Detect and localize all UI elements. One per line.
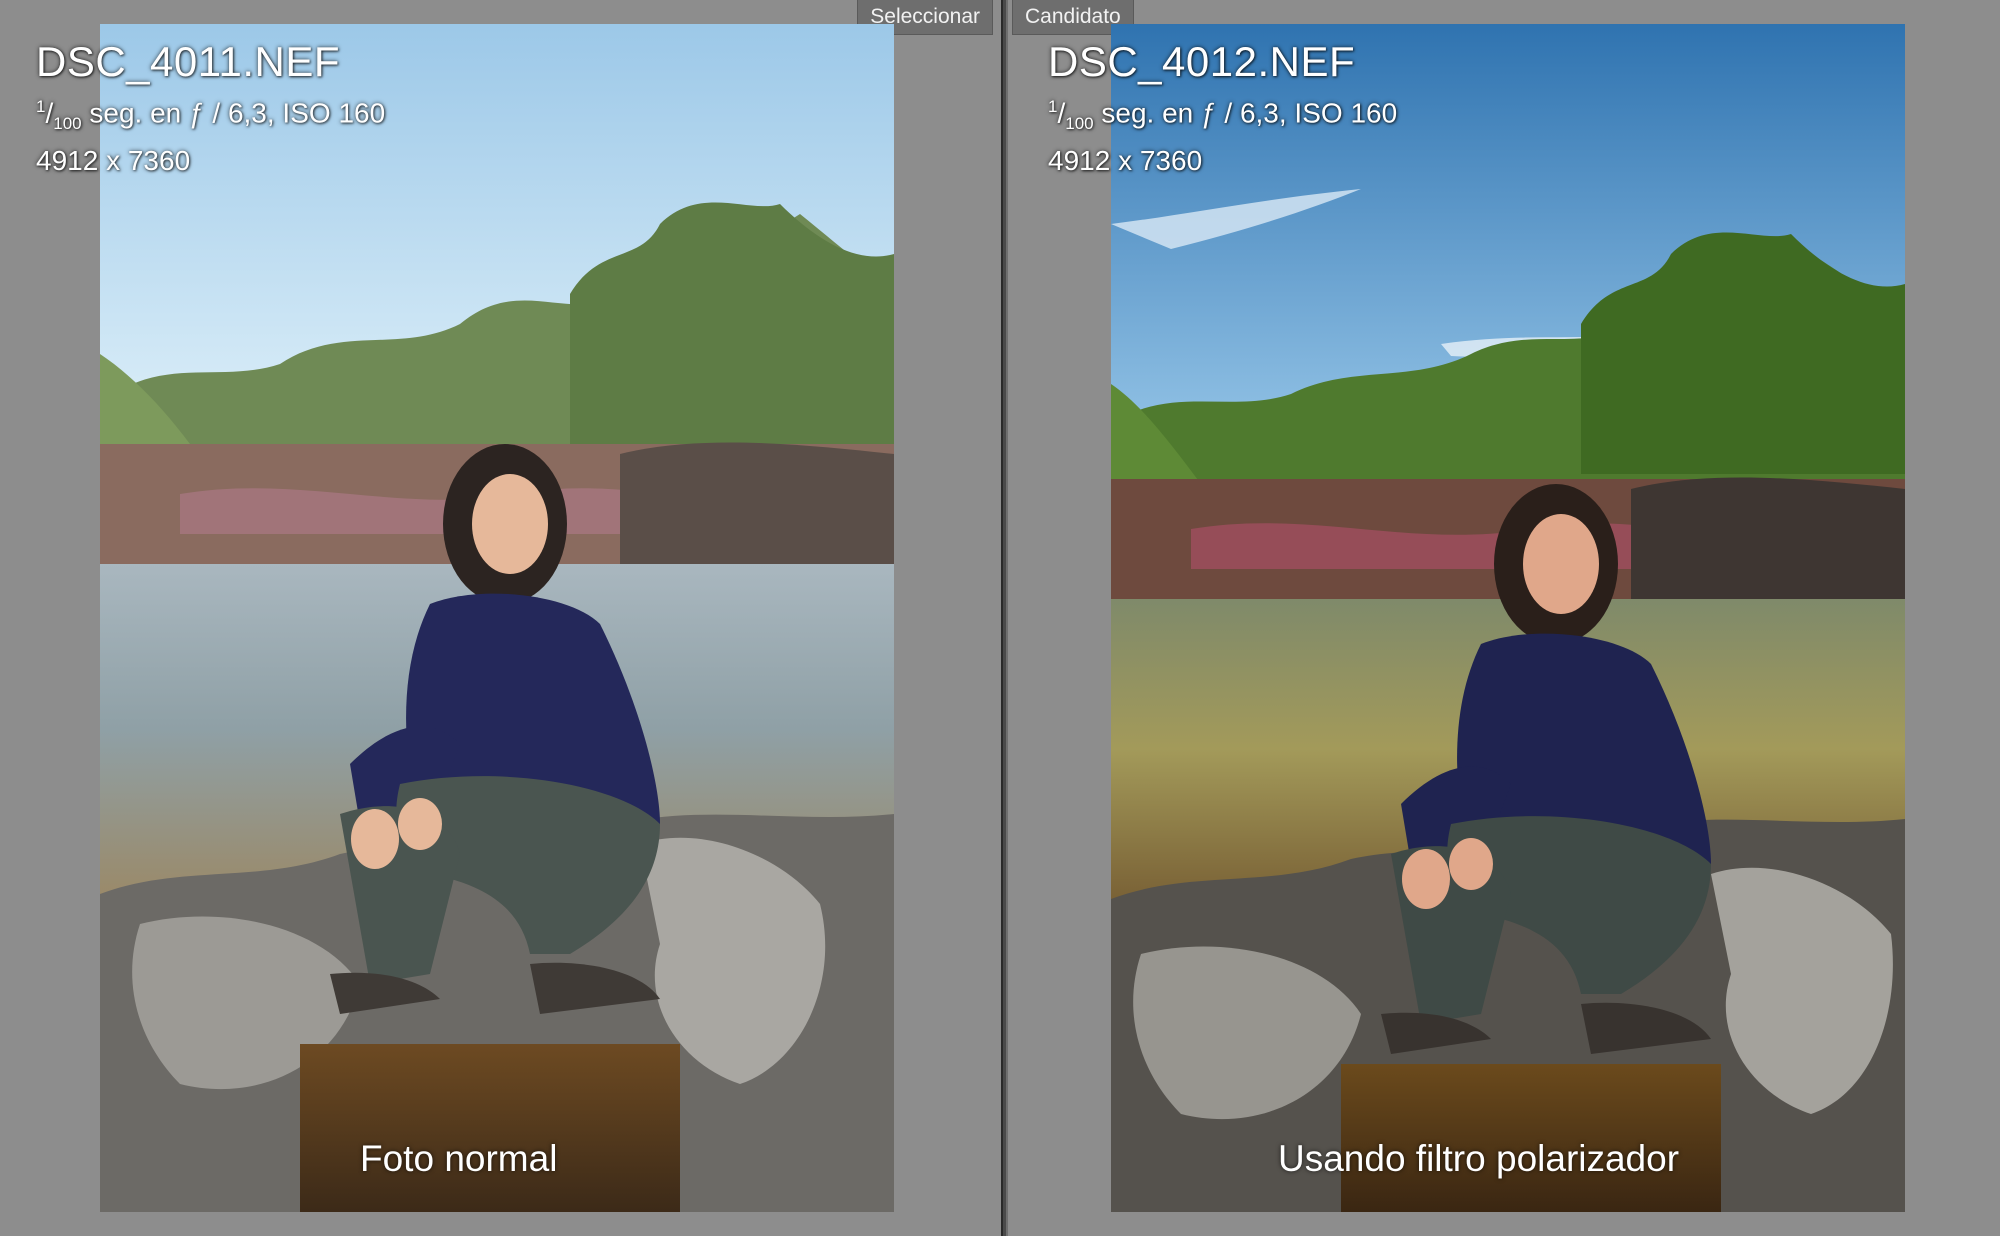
select-photo-image [100, 24, 894, 1212]
select-photo-metadata: DSC_4011.NEF 1/100 seg. en ƒ / 6,3, ISO … [36, 36, 385, 179]
select-exposure-denominator: 100 [53, 113, 82, 133]
candidate-exposure-details: seg. en ƒ / 6,3, ISO 160 [1101, 97, 1398, 129]
candidate-exposure: 1/100 seg. en ƒ / 6,3, ISO 160 [1048, 97, 1398, 133]
left-compare-pane[interactable]: Seleccionar DSC_4011.NEF 1/100 seg. en ƒ… [0, 0, 1001, 1236]
select-photo[interactable] [100, 24, 894, 1212]
candidate-dimensions: 4912 x 7360 [1048, 144, 1203, 176]
select-dimensions: 4912 x 7360 [36, 144, 191, 176]
select-exposure: 1/100 seg. en ƒ / 6,3, ISO 160 [36, 97, 386, 133]
compare-divider[interactable] [1001, 0, 1008, 1236]
select-caption: Foto normal [360, 1138, 558, 1179]
candidate-caption: Usando filtro polarizador [1278, 1138, 1680, 1179]
candidate-filename: DSC_4012.NEF [1048, 38, 1356, 85]
right-compare-pane[interactable]: Candidato DSC_4012.NEF 1/100 seg. en ƒ /… [1008, 0, 2000, 1236]
candidate-exposure-numerator: 1 [1048, 97, 1058, 116]
select-filename: DSC_4011.NEF [36, 38, 341, 85]
candidate-photo[interactable] [1111, 24, 1905, 1212]
candidate-photo-metadata: DSC_4012.NEF 1/100 seg. en ƒ / 6,3, ISO … [1048, 36, 1397, 179]
select-exposure-numerator: 1 [36, 97, 46, 116]
candidate-photo-image [1111, 24, 1905, 1212]
candidate-exposure-denominator: 100 [1065, 113, 1094, 133]
select-exposure-details: seg. en ƒ / 6,3, ISO 160 [89, 97, 386, 129]
